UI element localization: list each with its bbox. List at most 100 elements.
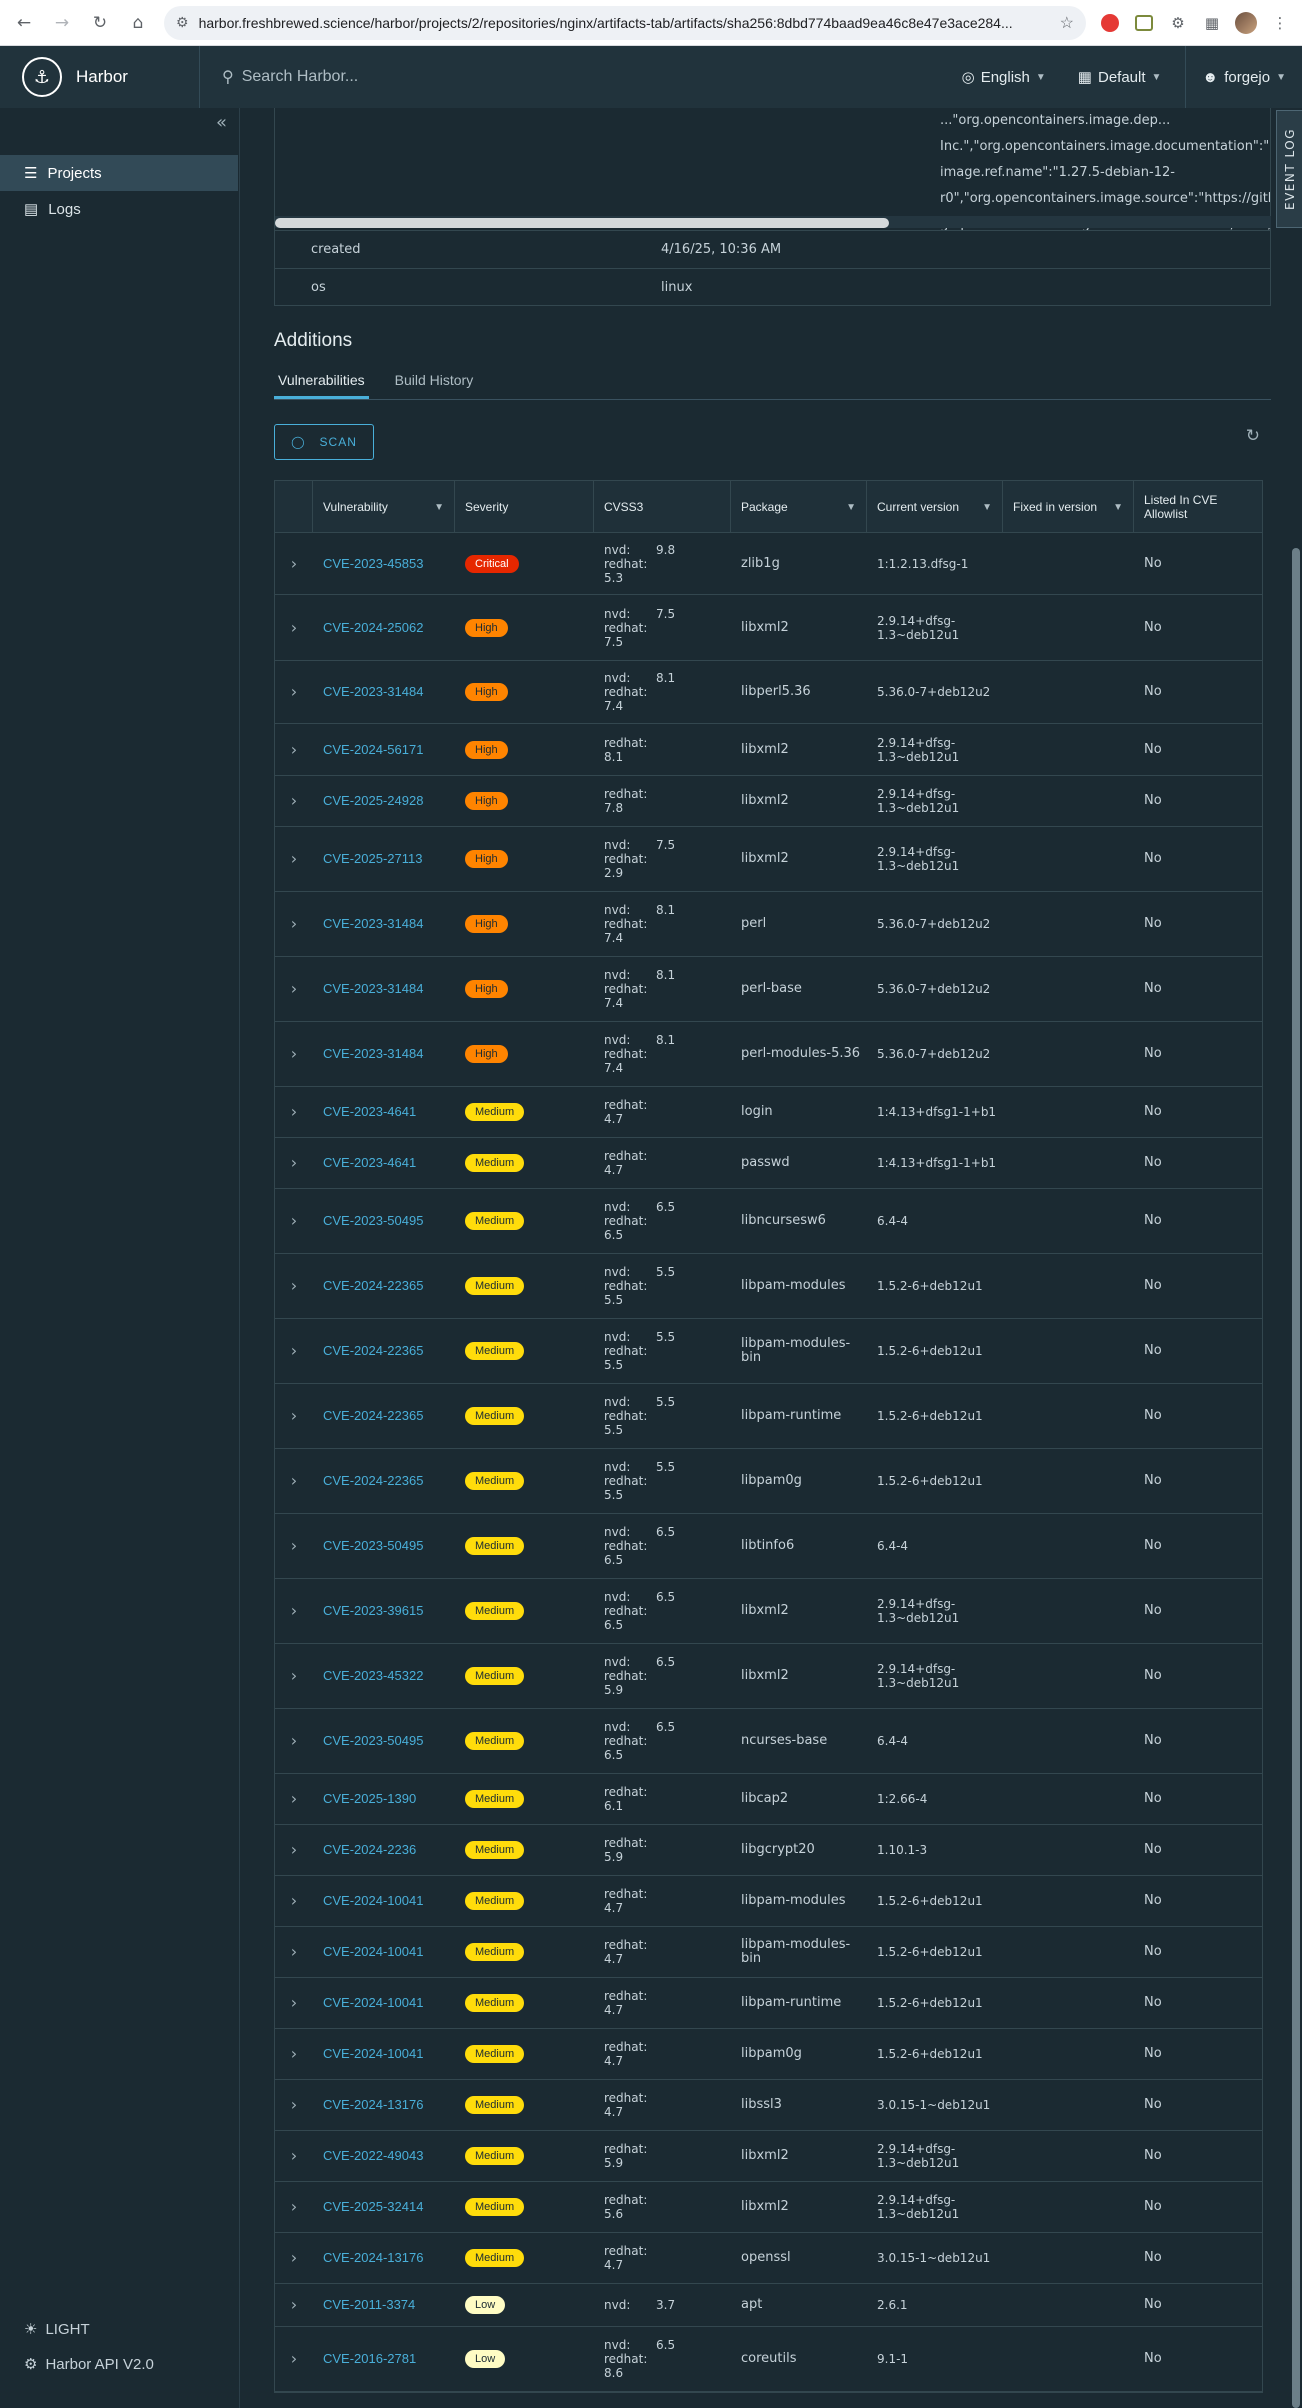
cve-link[interactable]: CVE-2024-2236 (323, 1842, 416, 1857)
cve-link[interactable]: CVE-2023-45853 (323, 556, 423, 571)
column-header-current-version[interactable]: Current version ▼ (867, 481, 1003, 532)
cve-link[interactable]: CVE-2024-56171 (323, 742, 423, 757)
forward-icon[interactable]: → (46, 7, 78, 39)
expand-row-icon[interactable]: › (275, 1104, 313, 1120)
brand[interactable]: ⚓ Harbor (0, 46, 200, 108)
expand-row-icon[interactable]: › (275, 1408, 313, 1424)
horizontal-scrollbar[interactable] (275, 218, 889, 228)
cve-link[interactable]: CVE-2023-50495 (323, 1733, 423, 1748)
harbor-api-link[interactable]: ⚙ Harbor API V2.0 (24, 2355, 154, 2374)
extension-image-icon[interactable] (1130, 9, 1158, 37)
expand-row-icon[interactable]: › (275, 555, 313, 571)
column-header-fixed-version[interactable]: Fixed in version ▼ (1003, 481, 1134, 532)
cve-link[interactable]: CVE-2011-3374 (323, 2297, 415, 2312)
expand-row-icon[interactable]: › (275, 2046, 313, 2062)
expand-row-icon[interactable]: › (275, 1842, 313, 1858)
expand-row-icon[interactable]: › (275, 1668, 313, 1684)
expand-row-icon[interactable]: › (275, 1603, 313, 1619)
filter-icon[interactable]: ▼ (434, 501, 444, 515)
column-header-package[interactable]: Package ▼ (731, 481, 867, 532)
cve-link[interactable]: CVE-2025-1390 (323, 1791, 416, 1806)
cve-link[interactable]: CVE-2024-22365 (323, 1278, 423, 1293)
expand-row-icon[interactable]: › (275, 2297, 313, 2313)
expand-row-icon[interactable]: › (275, 1278, 313, 1294)
expand-row-icon[interactable]: › (275, 793, 313, 809)
page-scrollbar[interactable] (1292, 548, 1300, 2408)
expand-row-icon[interactable]: › (275, 1343, 313, 1359)
cve-link[interactable]: CVE-2024-10041 (323, 1944, 423, 1959)
expand-row-icon[interactable]: › (275, 1733, 313, 1749)
expand-row-icon[interactable]: › (275, 2351, 313, 2367)
cve-link[interactable]: CVE-2023-31484 (323, 684, 423, 699)
expand-row-icon[interactable]: › (275, 1213, 313, 1229)
cve-link[interactable]: CVE-2024-10041 (323, 1893, 423, 1908)
global-search[interactable]: ⚲ Search Harbor... (200, 67, 946, 87)
tab-build-history[interactable]: Build History (391, 364, 478, 399)
expand-row-icon[interactable]: › (275, 741, 313, 757)
column-header-severity[interactable]: Severity (455, 481, 594, 532)
extension-red-icon[interactable] (1096, 9, 1124, 37)
cve-link[interactable]: CVE-2025-32414 (323, 2199, 423, 2214)
cve-link[interactable]: CVE-2024-10041 (323, 1995, 423, 2010)
cve-link[interactable]: CVE-2024-13176 (323, 2097, 423, 2112)
site-info-icon[interactable]: ⚙ (176, 14, 189, 31)
filter-icon[interactable]: ▼ (982, 501, 992, 515)
cve-link[interactable]: CVE-2025-27113 (323, 851, 423, 866)
cve-link[interactable]: CVE-2024-10041 (323, 2046, 423, 2061)
expand-row-icon[interactable]: › (275, 981, 313, 997)
address-bar[interactable]: ⚙ harbor.freshbrewed.science/harbor/proj… (164, 5, 1086, 40)
sidebar-item-projects[interactable]: ☰ Projects (0, 155, 238, 191)
cve-link[interactable]: CVE-2022-49043 (323, 2148, 423, 2163)
light-theme-toggle[interactable]: ☀ LIGHT (24, 2320, 90, 2339)
expand-row-icon[interactable]: › (275, 1893, 313, 1909)
cve-link[interactable]: CVE-2023-31484 (323, 916, 423, 931)
expand-row-icon[interactable]: › (275, 2148, 313, 2164)
cve-link[interactable]: CVE-2023-50495 (323, 1538, 423, 1553)
cve-link[interactable]: CVE-2023-31484 (323, 1046, 423, 1061)
expand-row-icon[interactable]: › (275, 851, 313, 867)
expand-row-icon[interactable]: › (275, 1944, 313, 1960)
cve-link[interactable]: CVE-2023-50495 (323, 1213, 423, 1228)
cve-link[interactable]: CVE-2023-31484 (323, 981, 423, 996)
cve-link[interactable]: CVE-2016-2781 (323, 2351, 416, 2366)
filter-icon[interactable]: ▼ (1113, 501, 1123, 515)
bookmark-star-icon[interactable]: ☆ (1060, 13, 1074, 33)
cve-link[interactable]: CVE-2024-22365 (323, 1343, 423, 1358)
theme-dropdown[interactable]: ▦ Default ▼ (1062, 68, 1178, 87)
expand-row-icon[interactable]: › (275, 2097, 313, 2113)
expand-row-icon[interactable]: › (275, 684, 313, 700)
column-header-vulnerability[interactable]: Vulnerability ▼ (313, 481, 455, 532)
expand-row-icon[interactable]: › (275, 619, 313, 635)
cve-link[interactable]: CVE-2023-45322 (323, 1668, 423, 1683)
expand-row-icon[interactable]: › (275, 2199, 313, 2215)
language-dropdown[interactable]: ◎ English ▼ (946, 68, 1062, 87)
collapse-sidebar-icon[interactable]: « (216, 112, 227, 133)
extensions-puzzle-icon[interactable]: ▦ (1198, 9, 1226, 37)
cve-link[interactable]: CVE-2024-13176 (323, 2250, 423, 2265)
cve-link[interactable]: CVE-2023-4641 (323, 1155, 416, 1170)
user-menu[interactable]: ☻ forgejo ▼ (1186, 69, 1302, 86)
cve-link[interactable]: CVE-2024-25062 (323, 620, 423, 635)
profile-avatar[interactable] (1232, 9, 1260, 37)
reload-icon[interactable]: ↻ (84, 7, 116, 39)
column-header-cvss3[interactable]: CVSS3 (594, 481, 731, 532)
extension-gear-icon[interactable]: ⚙ (1164, 9, 1192, 37)
scan-button[interactable]: ◯ SCAN (274, 424, 374, 460)
expand-row-icon[interactable]: › (275, 1473, 313, 1489)
expand-row-icon[interactable]: › (275, 916, 313, 932)
expand-row-icon[interactable]: › (275, 1046, 313, 1062)
cve-link[interactable]: CVE-2024-22365 (323, 1473, 423, 1488)
sidebar-item-logs[interactable]: ▤ Logs (0, 191, 238, 227)
cve-link[interactable]: CVE-2024-22365 (323, 1408, 423, 1423)
expand-row-icon[interactable]: › (275, 2250, 313, 2266)
expand-row-icon[interactable]: › (275, 1995, 313, 2011)
column-header-allowlist[interactable]: Listed In CVE Allowlist (1134, 481, 1262, 532)
browser-menu-icon[interactable]: ⋮ (1266, 9, 1294, 37)
expand-row-icon[interactable]: › (275, 1155, 313, 1171)
cve-link[interactable]: CVE-2023-4641 (323, 1104, 416, 1119)
back-icon[interactable]: ← (8, 7, 40, 39)
home-icon[interactable]: ⌂ (122, 7, 154, 39)
cve-link[interactable]: CVE-2025-24928 (323, 793, 423, 808)
tab-vulnerabilities[interactable]: Vulnerabilities (274, 364, 369, 399)
expand-row-icon[interactable]: › (275, 1538, 313, 1554)
